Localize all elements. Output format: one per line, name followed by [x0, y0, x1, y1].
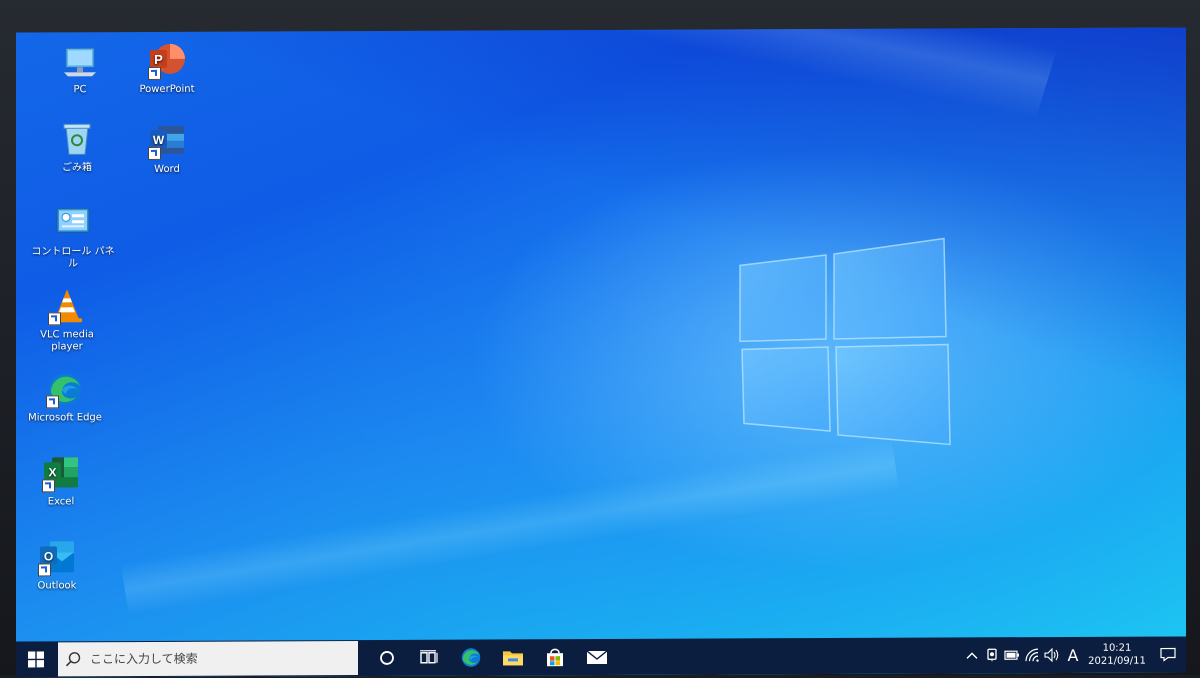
desktop-icon-label: Microsoft Edge	[28, 412, 102, 423]
taskbar-edge-button[interactable]	[450, 639, 492, 675]
clock-time: 10:21	[1084, 642, 1150, 655]
shortcut-arrow-icon	[46, 395, 59, 408]
edge-icon	[46, 370, 84, 408]
windows-start-icon	[28, 651, 44, 667]
vlc-icon	[48, 287, 86, 325]
taskbar: A 10:21 2021/09/11	[16, 636, 1186, 677]
search-input[interactable]	[88, 650, 332, 667]
outlook-icon: O	[38, 538, 76, 576]
desktop-icon-edge[interactable]: Microsoft Edge	[22, 370, 108, 424]
battery-icon	[1004, 650, 1020, 660]
start-button[interactable]	[16, 641, 56, 677]
desktop-icon-vlc[interactable]: VLC media player	[24, 287, 110, 353]
edge-icon	[460, 647, 482, 669]
desktop-icon-excel[interactable]: X Excel	[18, 454, 104, 508]
volume-button[interactable]	[1042, 637, 1062, 673]
shortcut-arrow-icon	[48, 312, 61, 325]
windows-logo-wallpaper	[738, 236, 958, 447]
shortcut-arrow-icon	[42, 479, 55, 492]
desktop-icon-label: コントロール パネル	[31, 246, 114, 269]
shortcut-arrow-icon	[148, 147, 161, 160]
task-view-icon	[420, 650, 438, 666]
shortcut-arrow-icon	[148, 67, 161, 80]
svg-text:O: O	[44, 549, 53, 563]
svg-text:X: X	[48, 465, 56, 479]
notification-icon	[1160, 647, 1176, 661]
desktop-icon-powerpoint[interactable]: P PowerPoint	[124, 42, 210, 96]
task-view-button[interactable]	[408, 640, 450, 676]
taskbar-file-explorer-button[interactable]	[492, 639, 534, 675]
cortana-icon	[379, 650, 395, 666]
clock[interactable]: 10:21 2021/09/11	[1084, 642, 1150, 668]
desktop-icon-label: Outlook	[38, 580, 77, 591]
recycle-bin-icon	[58, 120, 96, 158]
tray-device-button[interactable]	[982, 637, 1002, 673]
desktop-icon-label: PowerPoint	[139, 84, 194, 95]
svg-text:P: P	[154, 52, 163, 67]
desktop-icon-label: VLC media player	[40, 329, 94, 352]
store-icon	[545, 647, 565, 667]
control-panel-icon	[54, 204, 92, 242]
powerpoint-icon: P	[148, 42, 186, 80]
shortcut-arrow-icon	[38, 563, 51, 576]
taskbar-search-box[interactable]	[58, 641, 358, 676]
clock-date: 2021/09/11	[1084, 655, 1150, 668]
wifi-icon	[1025, 648, 1039, 662]
word-icon: W	[148, 122, 186, 160]
ime-indicator[interactable]: A	[1062, 645, 1084, 664]
svg-text:W: W	[153, 133, 165, 147]
battery-button[interactable]	[1002, 637, 1022, 673]
network-button[interactable]	[1022, 637, 1042, 673]
desktop-icon-label: Word	[154, 164, 180, 175]
device-icon	[986, 648, 998, 662]
cortana-button[interactable]	[366, 640, 408, 676]
desktop-icon-recycle-bin[interactable]: ごみ箱	[34, 120, 120, 174]
speaker-icon	[1044, 648, 1060, 662]
action-center-button[interactable]	[1150, 647, 1186, 661]
system-tray: A 10:21 2021/09/11	[962, 636, 1186, 673]
light-beam	[137, 27, 1074, 242]
desktop-icon-outlook[interactable]: O Outlook	[16, 538, 100, 592]
show-hidden-icons-button[interactable]	[962, 637, 982, 673]
file-explorer-icon	[502, 648, 524, 666]
desktop-icon-word[interactable]: W Word	[124, 122, 210, 176]
desktop-screen: PC P PowerPoint ごみ箱	[16, 27, 1186, 677]
chevron-up-icon	[966, 651, 978, 659]
search-icon	[58, 651, 88, 667]
desktop-icon-pc[interactable]: PC	[37, 42, 123, 96]
desktop-icon-label: PC	[73, 84, 86, 95]
taskbar-mail-button[interactable]	[576, 639, 618, 675]
taskbar-store-button[interactable]	[534, 639, 576, 675]
desktop-icon-label: ごみ箱	[62, 162, 92, 173]
excel-icon: X	[42, 454, 80, 492]
desktop-icon-control-panel[interactable]: コントロール パネル	[30, 204, 116, 270]
pc-icon	[61, 42, 99, 80]
desktop-icon-label: Excel	[48, 496, 75, 507]
mail-icon	[586, 649, 608, 665]
